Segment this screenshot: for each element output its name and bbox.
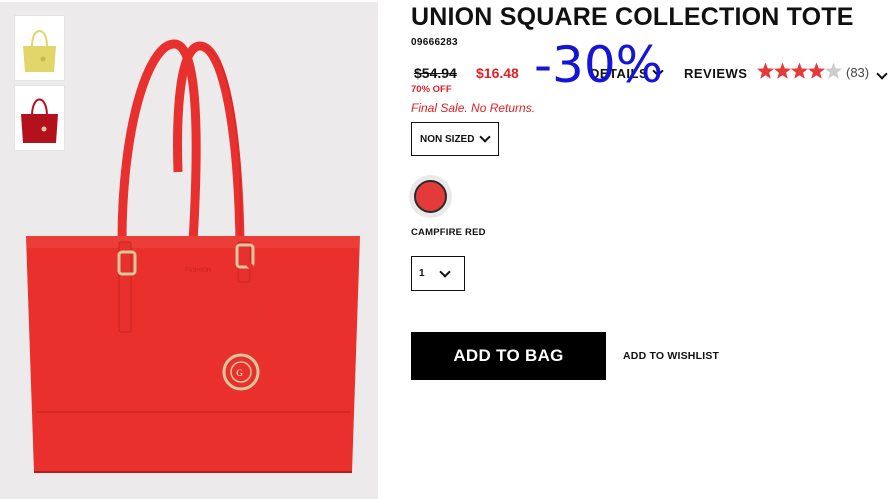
size-selected-value: NON SIZED [420, 133, 475, 145]
svg-text:G: G [236, 368, 243, 378]
rating-stars [757, 62, 842, 79]
review-count[interactable]: (83) [846, 65, 869, 80]
star-filled-icon [757, 62, 775, 79]
reviews-chevron-down-icon[interactable] [876, 68, 888, 80]
product-sku: 09666283 [411, 37, 458, 48]
final-sale-note: Final Sale. No Returns. [411, 101, 536, 115]
color-swatch-fill [414, 180, 447, 213]
add-to-bag-button[interactable]: ADD TO BAG [411, 332, 606, 380]
sale-price: $16.48 [476, 65, 519, 81]
chevron-down-icon [438, 265, 451, 278]
thumbnail-list [14, 15, 65, 155]
add-to-wishlist-link[interactable]: ADD TO WISHLIST [623, 350, 719, 362]
quantity-selected-value: 1 [419, 268, 425, 279]
quantity-select[interactable]: 1 [411, 256, 465, 291]
size-select[interactable]: NON SIZED [411, 122, 499, 156]
svg-text:FASHION: FASHION [185, 268, 211, 274]
thumbnail-yellow-tote[interactable] [14, 15, 65, 81]
tab-reviews[interactable]: REVIEWS [684, 66, 747, 81]
star-filled-icon [773, 62, 792, 79]
star-empty-icon [824, 62, 842, 79]
discount-overlay: -30% [534, 36, 664, 94]
color-swatch-campfire-red[interactable] [409, 175, 452, 218]
tab-reviews-label: REVIEWS [684, 66, 748, 81]
star-filled-icon [807, 62, 826, 79]
percent-off-label: 70% OFF [411, 84, 452, 95]
thumbnail-red-tote[interactable] [14, 85, 65, 151]
chevron-down-icon [479, 131, 492, 143]
product-title: UNION SQUARE COLLECTION TOTE [411, 3, 854, 31]
star-filled-icon [790, 62, 809, 79]
original-price: $54.94 [414, 65, 457, 81]
color-name-label: CAMPFIRE RED [411, 227, 486, 238]
